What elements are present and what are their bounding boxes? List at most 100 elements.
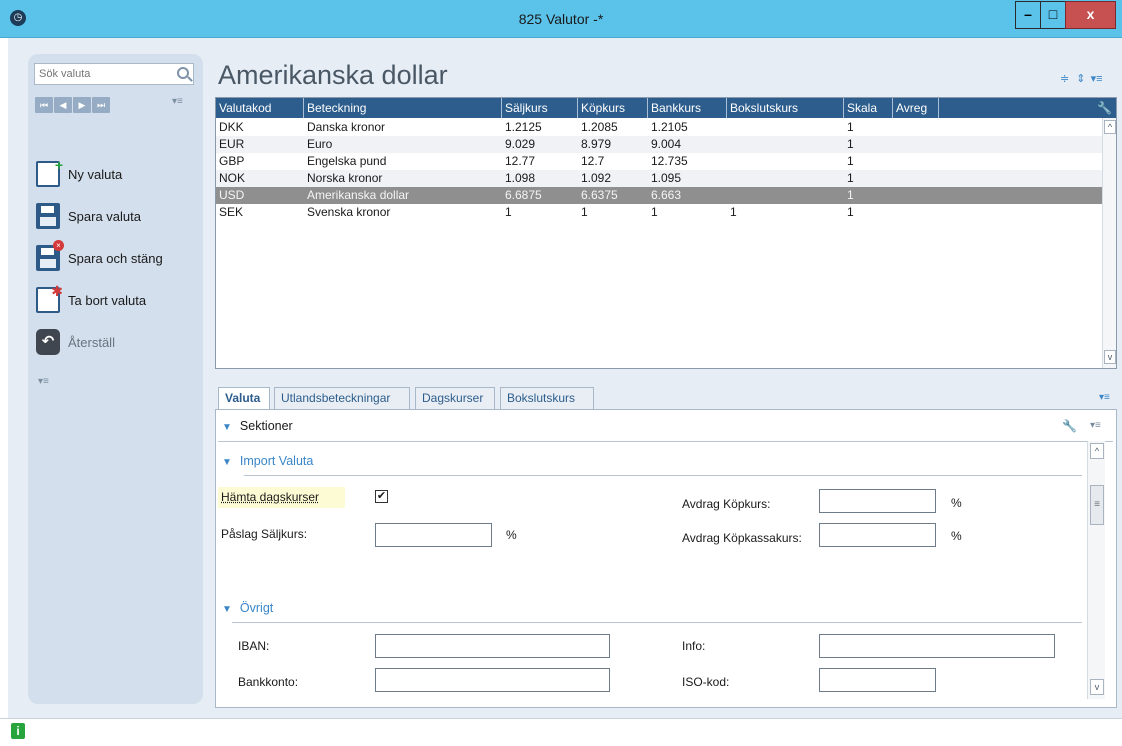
cell-beteckning: Amerikanska dollar [307, 188, 410, 202]
cell-skala: 1 [847, 154, 854, 168]
delete-currency-button[interactable]: ✱ Ta bort valuta [36, 283, 147, 314]
cell-skala: 1 [847, 137, 854, 151]
next-record-button[interactable]: ▶ [73, 97, 91, 113]
close-button[interactable]: x [1065, 1, 1116, 29]
cell-skala: 1 [847, 205, 854, 219]
cell-bankkurs: 1.095 [651, 171, 682, 185]
sections-collapse-icon[interactable]: ▼ [222, 422, 232, 433]
table-row-selected[interactable]: USD Amerikanska dollar 6.6875 6.6375 6.6… [216, 187, 1102, 204]
info-icon[interactable]: i [11, 723, 25, 739]
sections-options-icon[interactable]: ▾≡ [1090, 420, 1101, 431]
collapse-triangle-icon[interactable]: ▼ [222, 604, 232, 615]
cell-beteckning: Svenska kronor [307, 205, 391, 219]
iso-kod-input[interactable] [819, 668, 936, 692]
save-currency-button[interactable]: Spara valuta [36, 202, 141, 230]
cell-kopkurs: 1 [581, 205, 588, 219]
column-header-kopkurs[interactable]: Köpkurs [578, 98, 648, 118]
avdrag-kopkurs-label: Avdrag Köpkurs: [682, 497, 771, 511]
cell-saljkurs: 1.098 [505, 171, 536, 185]
hamta-dagskurser-checkbox[interactable]: ✔ [375, 490, 388, 503]
scroll-thumb[interactable]: ≡ [1090, 485, 1104, 525]
percent-unit: % [506, 528, 517, 542]
record-navigation: ⏮ ◀ ▶ ⏭ [35, 97, 111, 113]
last-record-button[interactable]: ⏭ [92, 97, 110, 113]
options-menu-icon[interactable]: ▾≡ [1091, 73, 1103, 85]
sidebar-panel [28, 54, 203, 704]
save-and-close-button[interactable]: × Spara och stäng [36, 240, 163, 272]
cell-valutakod: GBP [219, 154, 245, 168]
divider [244, 475, 1082, 476]
iban-input[interactable] [375, 634, 610, 658]
column-header-saljkurs[interactable]: Säljkurs [502, 98, 578, 118]
table-row[interactable]: DKK Danska kronor 1.2125 1.2085 1.2105 1 [216, 119, 1102, 136]
info-input[interactable] [819, 634, 1055, 658]
scroll-up-arrow-icon[interactable]: ^ [1104, 120, 1116, 134]
column-header-skala[interactable]: Skala [844, 98, 893, 118]
action-label: Ta bort valuta [68, 292, 147, 308]
expand-icon[interactable]: ⇕ [1076, 73, 1085, 85]
cell-bankkurs: 12.735 [651, 154, 688, 168]
cell-beteckning: Euro [307, 137, 333, 151]
section-import-valuta[interactable]: ▼ Import Valuta [222, 454, 313, 468]
minimize-button[interactable]: – [1015, 1, 1041, 29]
paslag-saljkurs-input[interactable] [375, 523, 492, 547]
iso-kod-label: ISO-kod: [682, 675, 730, 689]
title-bar: ◷ 825 Valutor -* – □ x [0, 0, 1122, 38]
table-row[interactable]: EUR Euro 9.029 8.979 9.004 1 [216, 136, 1102, 153]
sidebar-options-icon[interactable]: ▾≡ [172, 96, 183, 107]
wrench-icon[interactable]: 🔧 [1097, 101, 1112, 115]
search-icon[interactable] [177, 67, 189, 79]
cell-saljkurs: 9.029 [505, 137, 536, 151]
avdrag-kopkurs-input[interactable] [819, 489, 936, 513]
scroll-down-arrow-icon[interactable]: v [1104, 350, 1116, 364]
action-label: Spara valuta [68, 208, 141, 224]
window-title: 825 Valutor -* [518, 11, 604, 27]
scroll-up-arrow-icon[interactable]: ^ [1090, 443, 1104, 459]
column-header-bokslutskurs[interactable]: Bokslutskurs [727, 98, 844, 118]
cell-skala: 1 [847, 120, 854, 134]
bankkonto-input[interactable] [375, 668, 610, 692]
detail-panel [215, 409, 1117, 708]
column-header-beteckning[interactable]: Beteckning [304, 98, 502, 118]
divider [232, 622, 1082, 623]
tab-bokslutskurs[interactable]: Bokslutskurs [500, 387, 594, 409]
avdrag-kopkassakurs-input[interactable] [819, 523, 936, 547]
cell-valutakod: NOK [219, 171, 246, 185]
cell-valutakod: USD [219, 188, 245, 202]
cell-bankkurs: 1 [651, 205, 658, 219]
tab-valuta[interactable]: Valuta [218, 387, 270, 410]
scroll-down-arrow-icon[interactable]: v [1090, 679, 1104, 695]
table-row[interactable]: GBP Engelska pund 12.77 12.7 12.735 1 [216, 153, 1102, 170]
cell-skala: 1 [847, 171, 854, 185]
section-ovrigt[interactable]: ▼ Övrigt [222, 601, 273, 615]
tab-dagskurser[interactable]: Dagskurser [415, 387, 495, 409]
table-row[interactable]: NOK Norska kronor 1.098 1.092 1.095 1 [216, 170, 1102, 187]
cell-bankkurs: 1.2105 [651, 120, 688, 134]
cell-kopkurs: 6.6375 [581, 188, 618, 202]
column-header-avreg[interactable]: Avreg [893, 98, 939, 118]
collapse-icon[interactable]: ≑ [1060, 73, 1069, 85]
tab-utlandsbeteckningar[interactable]: Utlandsbeteckningar [274, 387, 410, 409]
column-header-valutakod[interactable]: Valutakod [216, 98, 304, 118]
table-row[interactable]: SEK Svenska kronor 1 1 1 1 1 [216, 204, 1102, 221]
cell-valutakod: EUR [219, 137, 245, 151]
search-input[interactable] [35, 64, 165, 84]
reset-button[interactable]: ↶ Återställ [36, 328, 115, 356]
tabs-options-icon[interactable]: ▾≡ [1099, 392, 1110, 403]
search-box[interactable] [34, 63, 194, 85]
detail-scrollbar[interactable]: ^ ≡ v [1087, 441, 1105, 699]
actions-options-icon[interactable]: ▾≡ [38, 376, 49, 387]
undo-icon: ↶ [36, 329, 60, 355]
table-scrollbar[interactable]: ^ v [1102, 118, 1116, 368]
previous-record-button[interactable]: ◀ [54, 97, 72, 113]
new-currency-button[interactable]: + Ny valuta [36, 157, 122, 188]
collapse-triangle-icon[interactable]: ▼ [222, 457, 232, 468]
maximize-button[interactable]: □ [1040, 1, 1066, 29]
layout-options: ≑ ⇕ ▾≡ [1060, 72, 1103, 85]
page-title: Amerikanska dollar [218, 60, 448, 90]
sections-header[interactable]: ▼ Sektioner [222, 419, 293, 433]
first-record-button[interactable]: ⏮ [35, 97, 53, 113]
column-header-bankkurs[interactable]: Bankkurs [648, 98, 727, 118]
percent-unit: % [951, 496, 962, 510]
red-wrench-icon[interactable]: 🔧 [1062, 419, 1077, 433]
